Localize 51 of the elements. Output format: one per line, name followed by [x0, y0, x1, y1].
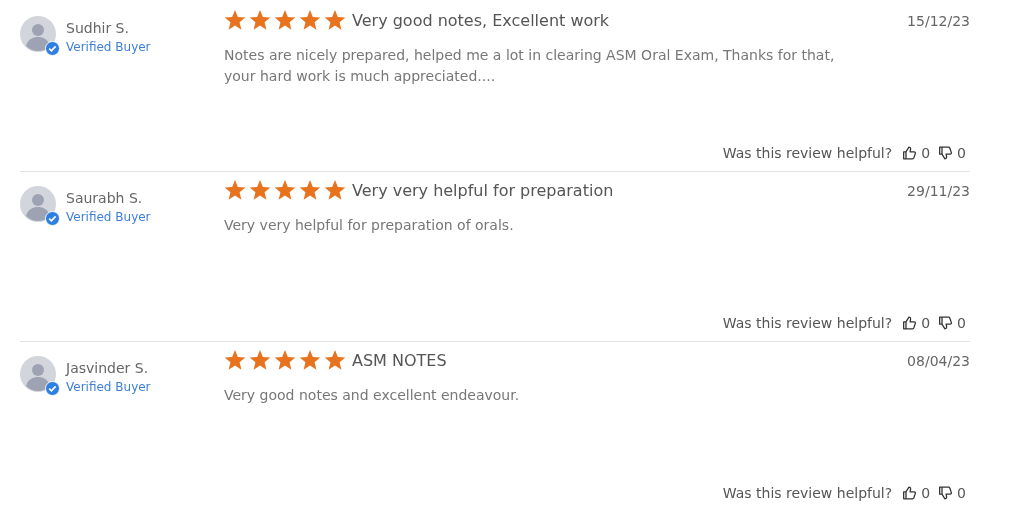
- star-icon: [249, 350, 271, 371]
- star-icon: [224, 350, 246, 371]
- avatar-icon: [20, 356, 56, 392]
- star-icon: [299, 350, 321, 371]
- verified-check-icon: [45, 381, 60, 396]
- star-icon: [224, 180, 246, 201]
- verified-check-icon: [45, 41, 60, 56]
- star-icon: [274, 10, 296, 31]
- thumbs-up-icon[interactable]: [902, 486, 918, 500]
- review-text: Very very helpful for preparation of orals.: [224, 216, 515, 235]
- review-text: Notes are nicely prepared, helped me a lot in clearing ASM Oral Exam, Thanks for that, your hard work is much appreciated....: [224, 46, 836, 86]
- downvote-count: 0: [957, 485, 966, 501]
- reviewer-name: Sudhir S.: [66, 20, 130, 36]
- reviewer-name: Saurabh S.: [66, 190, 144, 206]
- verified-check-icon: [45, 211, 60, 226]
- verified-buyer-label: Verified Buyer: [66, 380, 151, 394]
- downvote-count: 0: [957, 315, 966, 331]
- star-icon: [324, 350, 346, 371]
- avatar-icon: [20, 16, 56, 52]
- reviewer-name: Jasvinder S.: [66, 360, 150, 376]
- star-icon: [324, 10, 346, 31]
- star-icon: [324, 180, 346, 201]
- thumbs-down-icon[interactable]: [938, 146, 954, 160]
- thumbs-up-icon[interactable]: [902, 146, 918, 160]
- star-icon: [299, 180, 321, 201]
- review-date: 29/11/23: [907, 182, 970, 199]
- thumbs-down-icon[interactable]: [938, 316, 954, 330]
- star-icon: [224, 10, 246, 31]
- review-title: Very very helpful for preparation: [352, 181, 615, 200]
- star-icon: [249, 180, 271, 201]
- downvote-count: 0: [957, 145, 966, 161]
- star-icon: [299, 10, 321, 31]
- verified-buyer-label: Verified Buyer: [66, 40, 151, 54]
- review-date: 08/04/23: [907, 352, 970, 369]
- review-text: Very good notes and excellent endeavour.: [224, 386, 521, 405]
- star-icon: [249, 10, 271, 31]
- thumbs-up-icon[interactable]: [902, 316, 918, 330]
- helpful-question: Was this review helpful?: [722, 485, 893, 501]
- verified-buyer-label: Verified Buyer: [66, 210, 151, 224]
- helpful-question: Was this review helpful?: [722, 145, 893, 161]
- upvote-count: 0: [921, 145, 931, 161]
- helpful-question: Was this review helpful?: [722, 315, 893, 331]
- review-title: ASM NOTES: [352, 351, 448, 370]
- upvote-count: 0: [921, 485, 931, 501]
- avatar-icon: [20, 186, 56, 222]
- thumbs-down-icon[interactable]: [938, 486, 954, 500]
- review-title: Very good notes, Excellent work: [352, 11, 611, 30]
- upvote-count: 0: [921, 315, 931, 331]
- star-icon: [274, 350, 296, 371]
- star-icon: [274, 180, 296, 201]
- review-date: 15/12/23: [907, 12, 970, 29]
